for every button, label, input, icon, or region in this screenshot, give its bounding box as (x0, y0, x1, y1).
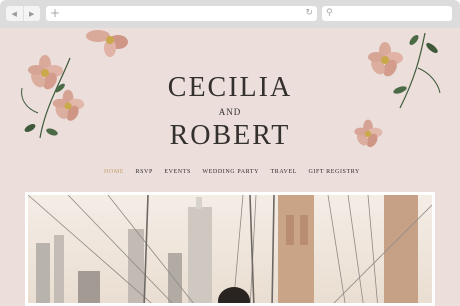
nav-home[interactable]: Home (104, 169, 124, 175)
search-icon: ⚲ (326, 8, 333, 18)
main-navigation: Home RSVP Events Wedding Party Travel Gi… (104, 167, 360, 177)
couple-name-conjunction: AND (218, 107, 242, 117)
back-arrow-icon[interactable]: ◀ (6, 6, 23, 21)
nav-gift-registry[interactable]: Gift Registry (308, 169, 360, 175)
reload-icon[interactable]: ↻ (305, 6, 313, 21)
nav-events[interactable]: Events (164, 169, 191, 175)
couple-name-second: ROBERT (169, 120, 291, 151)
forward-arrow-icon[interactable]: ▶ (22, 6, 41, 21)
plus-icon[interactable]: + (50, 6, 60, 21)
browser-toolbar: ◀ ▶ + ↻ ⚲ (0, 0, 460, 28)
nav-wedding-party[interactable]: Wedding Party (202, 169, 259, 175)
nav-rsvp[interactable]: RSVP (136, 169, 153, 175)
history-buttons: ◀ ▶ (6, 6, 40, 21)
hero-photo (25, 192, 435, 306)
search-bar[interactable]: ⚲ (322, 6, 452, 21)
couple-name-first: CECILIA (167, 72, 293, 103)
nav-travel[interactable]: Travel (271, 169, 298, 175)
wedding-website: CECILIA AND ROBERT Home RSVP Events Wedd… (0, 28, 460, 306)
address-bar[interactable]: + ↻ (46, 6, 317, 21)
